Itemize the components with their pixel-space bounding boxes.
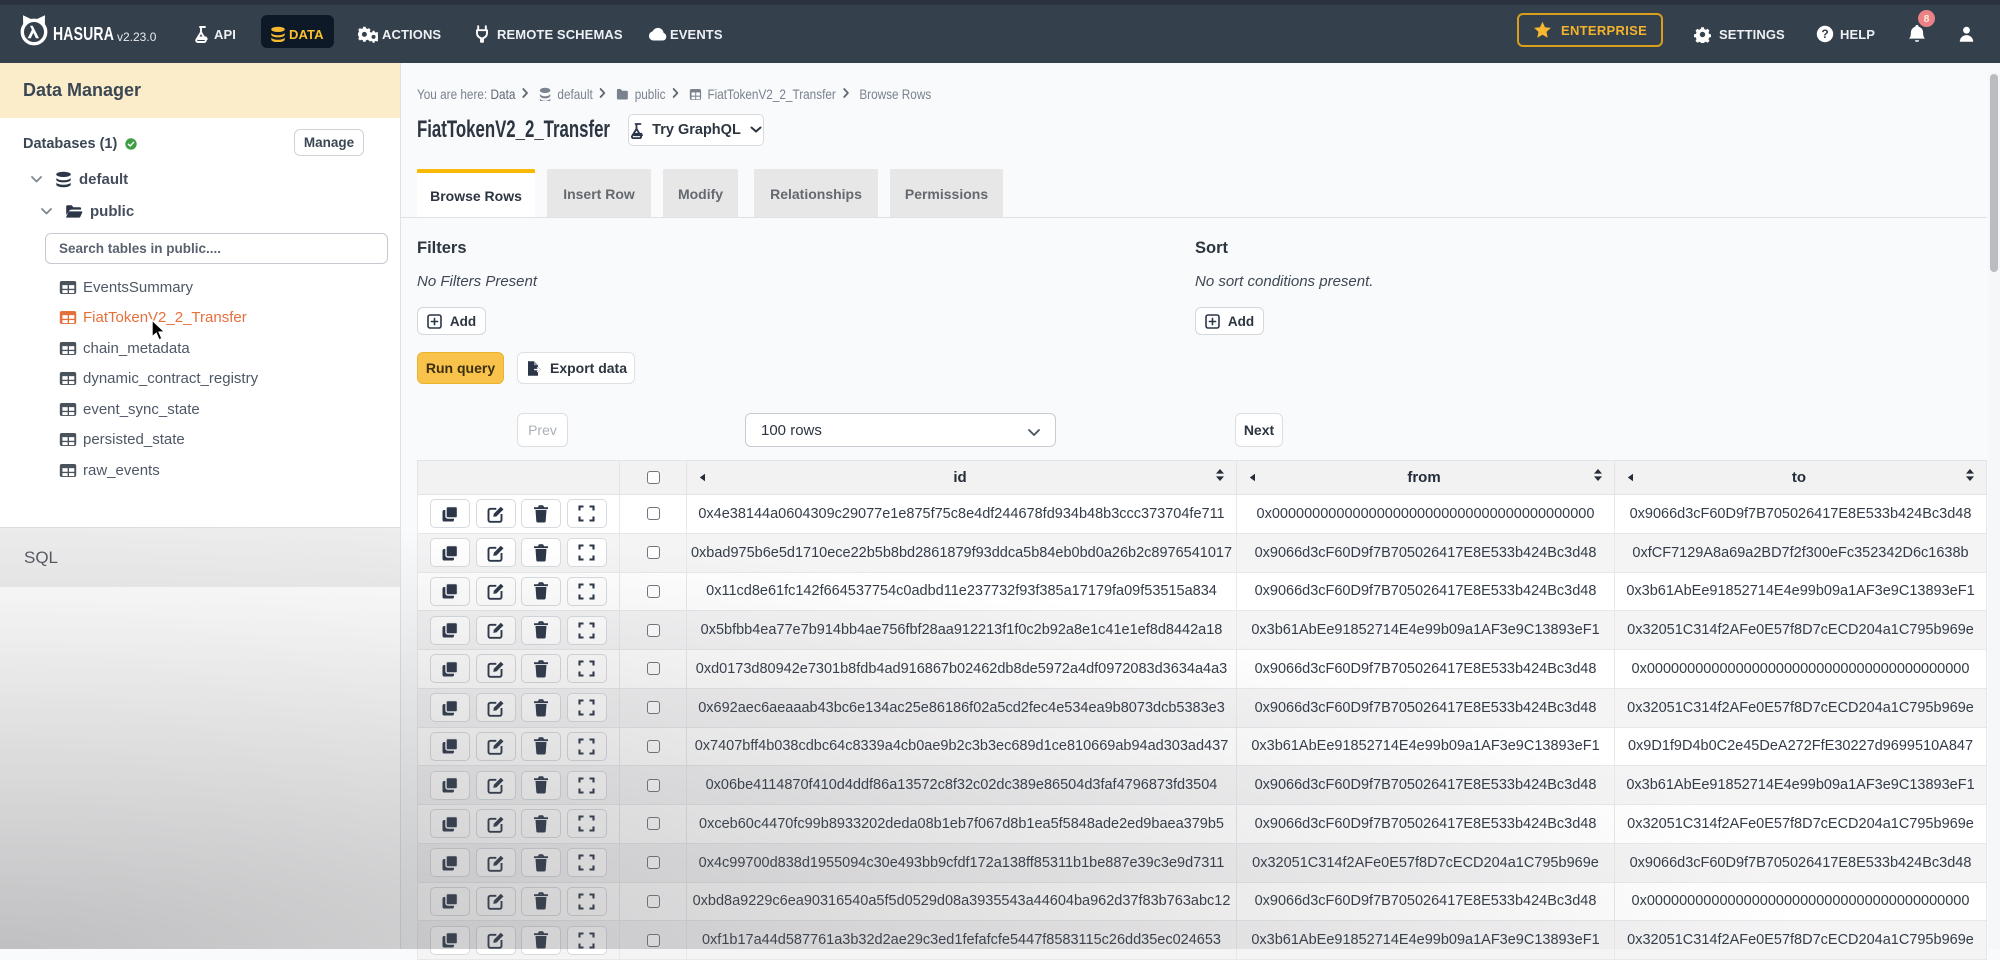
svg-text:?: ? [1821,27,1828,41]
